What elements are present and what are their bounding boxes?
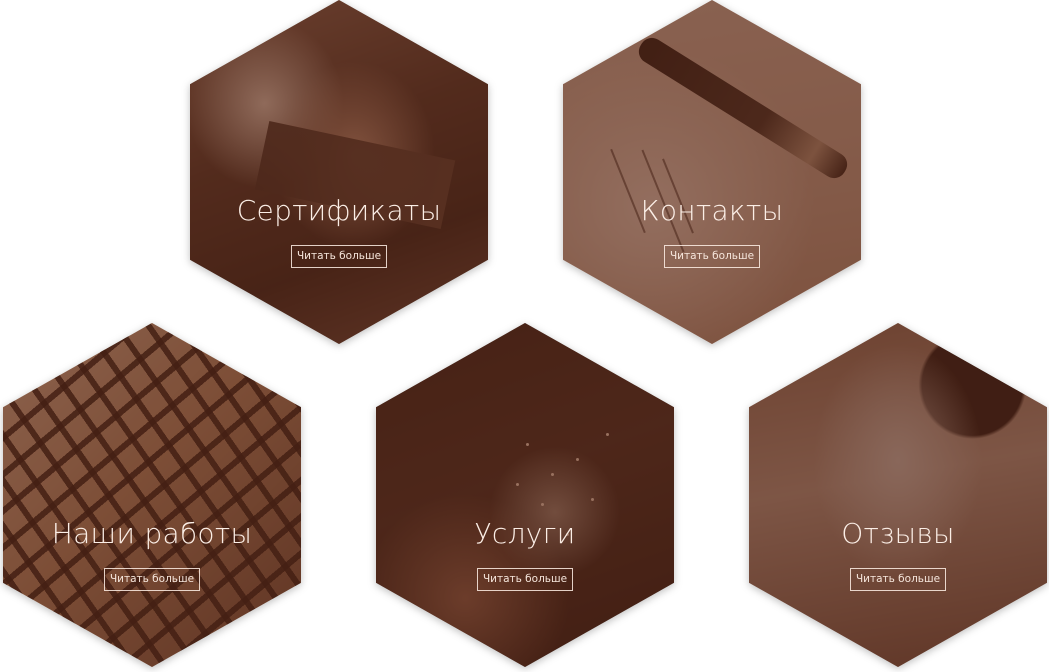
- tile-title: Контакты: [640, 194, 784, 227]
- tile-title: Услуги: [474, 517, 576, 550]
- color-overlay: [563, 0, 861, 344]
- color-overlay: [190, 0, 488, 344]
- hexagon-card: Услуги Читать больше: [376, 323, 674, 667]
- tile-reviews[interactable]: Отзывы Читать больше: [749, 323, 1047, 667]
- color-overlay: [376, 323, 674, 667]
- tile-content: Услуги Читать больше: [376, 515, 674, 591]
- hex-grid: Сертификаты Читать больше Контакты Читат…: [0, 0, 1049, 672]
- tile-title: Сертификаты: [236, 194, 442, 227]
- hexagon-card: Отзывы Читать больше: [749, 323, 1047, 667]
- hexagon-card: Наши работы Читать больше: [3, 323, 301, 667]
- tile-contacts[interactable]: Контакты Читать больше: [563, 0, 861, 344]
- hexagon-card: Контакты Читать больше: [563, 0, 861, 344]
- tile-services[interactable]: Услуги Читать больше: [376, 323, 674, 667]
- tile-content: Отзывы Читать больше: [749, 515, 1047, 591]
- color-overlay: [3, 323, 301, 667]
- tile-content: Контакты Читать больше: [563, 192, 861, 268]
- read-more-button[interactable]: Читать больше: [476, 568, 574, 591]
- tile-title: Отзывы: [841, 517, 955, 550]
- tile-certificates[interactable]: Сертификаты Читать больше: [190, 0, 488, 344]
- read-more-button[interactable]: Читать больше: [663, 245, 761, 268]
- hexagon-card: Сертификаты Читать больше: [190, 0, 488, 344]
- tile-content: Наши работы Читать больше: [3, 515, 301, 591]
- read-more-button[interactable]: Читать больше: [103, 568, 201, 591]
- tile-title: Наши работы: [51, 517, 253, 550]
- tile-content: Сертификаты Читать больше: [190, 192, 488, 268]
- read-more-button[interactable]: Читать больше: [849, 568, 947, 591]
- read-more-button[interactable]: Читать больше: [290, 245, 388, 268]
- color-overlay: [749, 323, 1047, 667]
- tile-our-works[interactable]: Наши работы Читать больше: [3, 323, 301, 667]
